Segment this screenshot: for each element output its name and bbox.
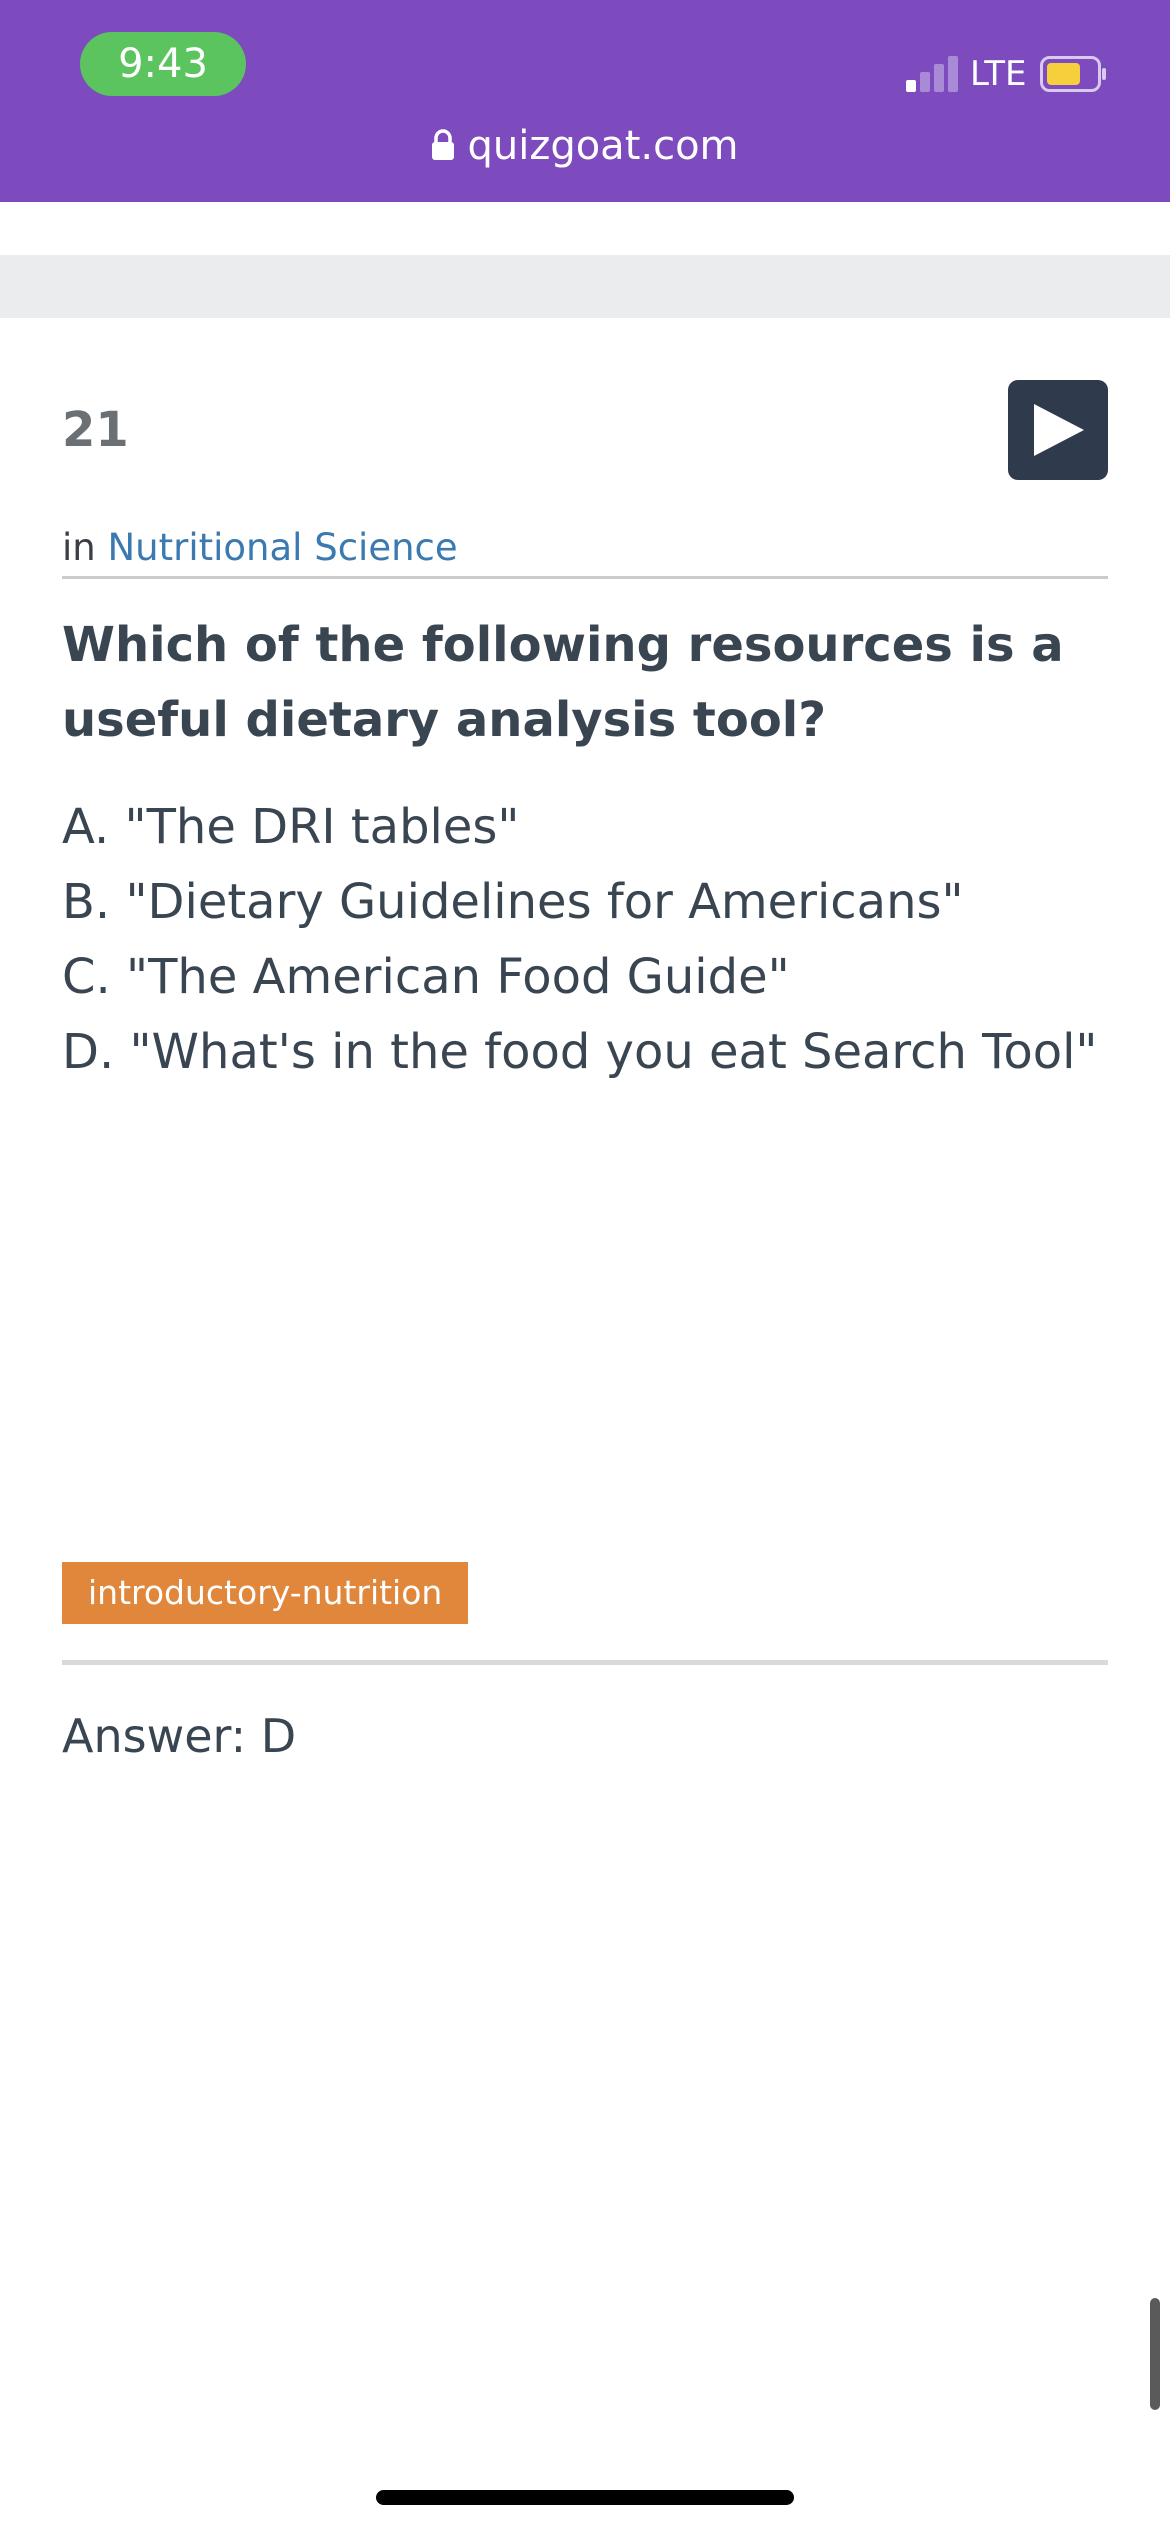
answer-text: Answer: D — [62, 1709, 297, 1763]
option-b: B. "Dietary Guidelines for Americans" — [62, 874, 964, 930]
play-button[interactable] — [1008, 380, 1108, 480]
header-spacer — [0, 255, 1170, 318]
option-d: D. "What's in the food you eat Search To… — [62, 1024, 1098, 1080]
question-number: 21 — [62, 402, 129, 458]
battery-icon — [1040, 56, 1108, 92]
network-type: LTE — [970, 54, 1027, 94]
play-icon — [1034, 404, 1084, 456]
status-time: 9:43 — [80, 32, 246, 96]
question-text: Which of the following resources is a us… — [62, 617, 1064, 748]
lock-icon — [431, 120, 455, 176]
category-line: in Nutritional Science — [62, 522, 458, 574]
category-link[interactable]: Nutritional Science — [108, 526, 458, 569]
divider — [62, 576, 1108, 579]
browser-status-bar: 9:43 LTE quizgoat.com — [0, 0, 1170, 202]
scrollbar[interactable] — [1150, 2298, 1160, 2410]
tag-introductory-nutrition[interactable]: introductory-nutrition — [62, 1562, 469, 1624]
option-c: C. "The American Food Guide" — [62, 949, 790, 1005]
url-text: quizgoat.com — [467, 123, 739, 169]
option-a: A. "The DRI tables" — [62, 799, 520, 855]
category-prefix: in — [62, 526, 96, 569]
options-list: A. "The DRI tables" B. "Dietary Guidelin… — [62, 790, 1122, 1090]
address-bar[interactable]: quizgoat.com — [0, 118, 1170, 176]
home-indicator[interactable] — [376, 2490, 794, 2505]
divider — [62, 1660, 1108, 1665]
signal-icon — [906, 56, 960, 92]
